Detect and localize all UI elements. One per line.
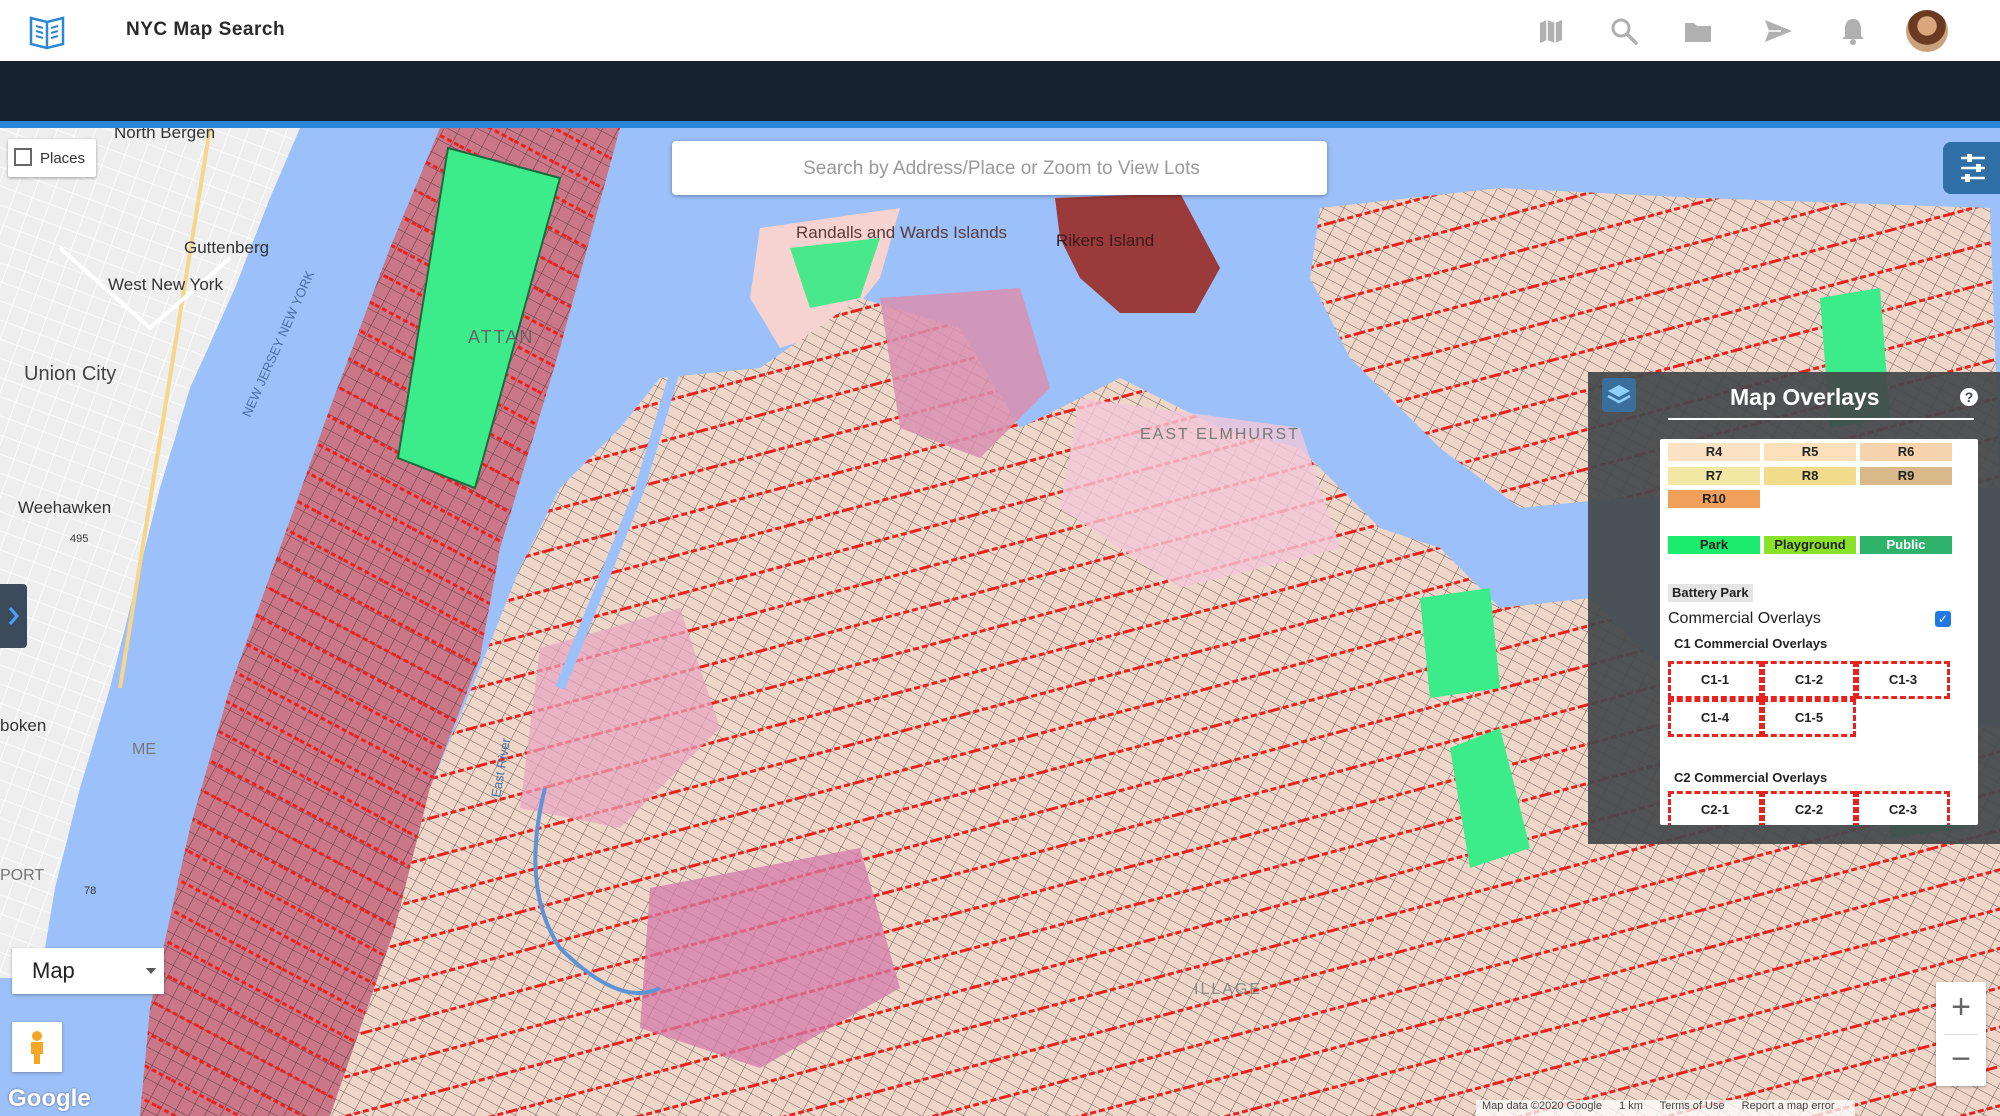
overlay-title: Map Overlays bbox=[1730, 384, 1880, 410]
map-label-port: PORT bbox=[0, 867, 44, 884]
map-label-east-elmhurst: EAST ELMHURST bbox=[1140, 426, 1300, 443]
zoom-in-button[interactable]: + bbox=[1936, 982, 1986, 1034]
book-map-logo-icon[interactable] bbox=[28, 12, 66, 50]
swatch-r5[interactable]: R5 bbox=[1764, 443, 1856, 461]
swatch-public[interactable]: Public bbox=[1860, 536, 1952, 554]
battery-park-label[interactable]: Battery Park bbox=[1668, 584, 1753, 602]
map-label-route-495: 495 bbox=[70, 533, 88, 545]
overlay-c1-5[interactable]: C1-5 bbox=[1762, 699, 1856, 737]
zoom-controls: + − bbox=[1936, 982, 1986, 1086]
bell-icon[interactable] bbox=[1838, 16, 1868, 46]
swatch-park[interactable]: Park bbox=[1668, 536, 1760, 554]
commercial-overlays-label: Commercial Overlays bbox=[1668, 610, 1821, 627]
swatch-r6[interactable]: R6 bbox=[1860, 443, 1952, 461]
secondary-toolbar bbox=[0, 61, 2000, 121]
places-label: Places bbox=[40, 150, 86, 167]
google-logo: Google bbox=[8, 1085, 91, 1112]
accent-bar bbox=[0, 121, 2000, 128]
map-label-me: ME bbox=[132, 741, 156, 758]
layers-icon[interactable] bbox=[1602, 378, 1636, 412]
search-icon[interactable] bbox=[1609, 16, 1639, 46]
overlay-legend: R4 R5 R6 R7 R8 R9 R10 Park Playground Pu… bbox=[1660, 439, 1978, 825]
map-icon[interactable] bbox=[1536, 16, 1566, 46]
swatch-r9[interactable]: R9 bbox=[1860, 467, 1952, 485]
c1-heading: C1 Commercial Overlays bbox=[1674, 636, 1828, 651]
user-avatar[interactable] bbox=[1906, 10, 1948, 52]
side-panel-toggle[interactable] bbox=[0, 584, 27, 648]
top-bar: NYC Map Search bbox=[0, 0, 2000, 61]
overlay-c1-4[interactable]: C1-4 bbox=[1668, 699, 1762, 737]
overlay-c2-3[interactable]: C2-3 bbox=[1856, 791, 1950, 825]
map-label-north-bergen: North Bergen bbox=[114, 128, 215, 142]
commercial-overlays-checkbox[interactable]: ✓ bbox=[1935, 611, 1951, 627]
places-toggle[interactable]: Places bbox=[8, 139, 96, 177]
zoom-out-button[interactable]: − bbox=[1936, 1034, 1986, 1086]
chevron-down-icon bbox=[146, 968, 156, 974]
filter-settings-button[interactable] bbox=[1943, 142, 2000, 194]
map-data-text: Map data ©2020 Google bbox=[1482, 1100, 1603, 1112]
swatch-playground[interactable]: Playground bbox=[1764, 536, 1856, 554]
map-label-west-new-york: West New York bbox=[108, 275, 223, 294]
report-error-link[interactable]: Report a map error bbox=[1742, 1100, 1835, 1112]
map-label-guttenberg: Guttenberg bbox=[184, 238, 269, 257]
map-label-route-78: 78 bbox=[84, 885, 96, 897]
swatch-r7[interactable]: R7 bbox=[1668, 467, 1760, 485]
map-type-select[interactable]: Map bbox=[12, 948, 164, 994]
send-icon[interactable] bbox=[1763, 16, 1793, 46]
overlay-c2-1[interactable]: C2-1 bbox=[1668, 791, 1762, 825]
app-title: NYC Map Search bbox=[126, 19, 286, 40]
overlay-header: Map Overlays ? bbox=[1588, 372, 2000, 420]
overlay-c1-1[interactable]: C1-1 bbox=[1668, 661, 1762, 699]
map-label-weehawken: Weehawken bbox=[18, 498, 111, 517]
sliders-icon bbox=[1961, 154, 1985, 182]
map-label-village: ILLAGE bbox=[1194, 981, 1262, 998]
terms-link[interactable]: Terms of Use bbox=[1660, 1100, 1725, 1112]
swatch-r8[interactable]: R8 bbox=[1764, 467, 1856, 485]
pegman-icon bbox=[31, 1031, 43, 1064]
search-bar[interactable] bbox=[672, 141, 1331, 197]
street-view-pegman[interactable] bbox=[12, 1022, 62, 1072]
header-divider bbox=[1668, 418, 1974, 420]
map-label-manhattan: ATTAN bbox=[468, 327, 534, 347]
c2-heading: C2 Commercial Overlays bbox=[1674, 770, 1828, 785]
map-type-value: Map bbox=[32, 958, 75, 983]
overlay-c1-2[interactable]: C1-2 bbox=[1762, 661, 1856, 699]
swatch-r10[interactable]: R10 bbox=[1668, 490, 1760, 508]
places-checkbox[interactable] bbox=[14, 148, 32, 166]
overlay-c1-3[interactable]: C1-3 bbox=[1856, 661, 1950, 699]
map-scale: 1 km bbox=[1619, 1100, 1643, 1112]
map-label-union-city: Union City bbox=[24, 363, 116, 385]
swatch-r4[interactable]: R4 bbox=[1668, 443, 1760, 461]
search-input[interactable] bbox=[672, 141, 1331, 197]
overlay-c2-2[interactable]: C2-2 bbox=[1762, 791, 1856, 825]
map-label-hoboken: boken bbox=[0, 716, 46, 735]
map-attribution: Map data ©2020 Google 1 km Terms of Use … bbox=[1476, 1100, 1855, 1116]
chevron-right-icon bbox=[8, 607, 19, 625]
map-label-rikers-island: Rikers Island bbox=[1056, 231, 1154, 250]
map-label-randalls-island: Randalls and Wards Islands bbox=[796, 223, 1007, 242]
help-icon[interactable]: ? bbox=[1960, 388, 1978, 406]
folder-icon[interactable] bbox=[1683, 16, 1713, 46]
